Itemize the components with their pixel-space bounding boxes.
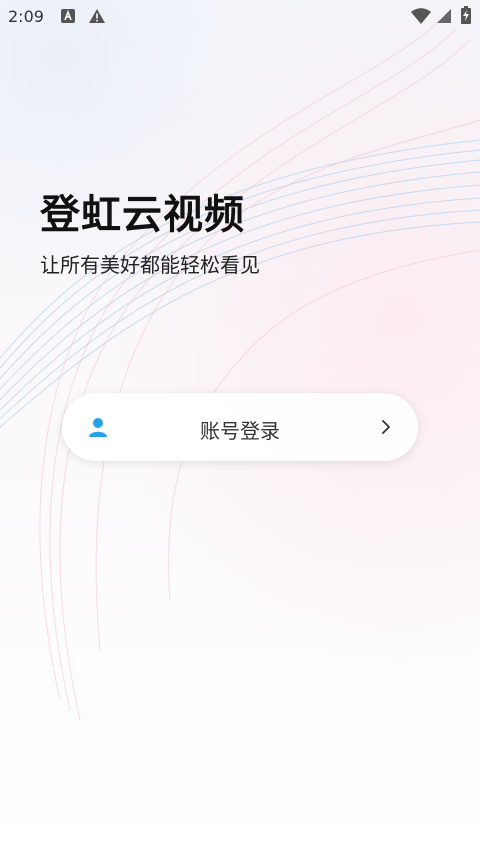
account-login-label: 账号登录 [200, 419, 280, 443]
status-time: 2:09 [8, 7, 44, 26]
wifi-icon [411, 8, 431, 24]
battery-charging-icon [461, 6, 471, 24]
keyboard-a-icon [61, 9, 75, 23]
status-bar: 2:09 [0, 0, 480, 32]
account-login-button[interactable]: 账号登录 [62, 393, 418, 461]
app-slogan: 让所有美好都能轻松看见 [40, 253, 260, 277]
chevron-right-icon [382, 420, 390, 434]
warning-icon [89, 9, 105, 23]
app-title: 登虹云视频 [40, 192, 245, 238]
signal-icon [437, 9, 451, 23]
